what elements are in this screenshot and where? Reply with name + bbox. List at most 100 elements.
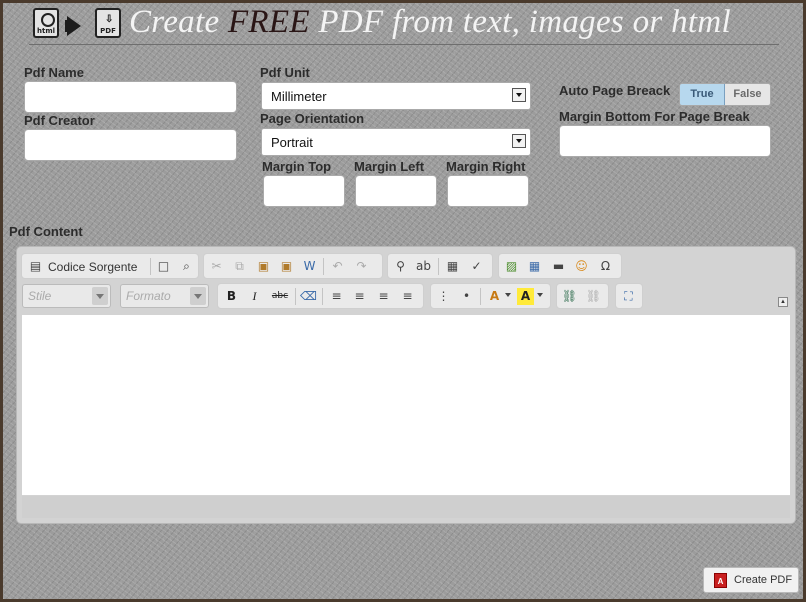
- title-suffix: PDF from text, images or html: [309, 4, 731, 40]
- align-center-icon[interactable]: ≡: [351, 288, 368, 305]
- toolbar-clipboard-group: ✂ ⧉ ▣ ▣ W ↶ ↷: [203, 253, 383, 279]
- align-justify-icon[interactable]: ≡: [399, 288, 416, 305]
- toolbar-separator: [295, 288, 296, 305]
- undo-icon[interactable]: ↶: [329, 258, 346, 275]
- pdf-unit-select[interactable]: Millimeter: [261, 82, 531, 110]
- paste-text-icon[interactable]: ▣: [278, 258, 295, 275]
- margin-left-label: Margin Left: [354, 159, 425, 174]
- toolbar-link-group: ⛓ ⛓: [556, 283, 609, 309]
- pdf-name-input[interactable]: [24, 81, 237, 113]
- strike-button[interactable]: abc: [269, 288, 291, 305]
- chevron-down-icon[interactable]: [505, 293, 511, 297]
- toolbar-document-group: ▤ Codice Sorgente □ ⌕: [21, 253, 199, 279]
- page-orientation-label: Page Orientation: [260, 111, 365, 126]
- background-color-icon[interactable]: A: [517, 288, 534, 305]
- format-combo[interactable]: Formato: [120, 284, 209, 308]
- page-orientation-select[interactable]: Portrait: [261, 128, 531, 156]
- rich-text-editor: ▤ Codice Sorgente □ ⌕ ✂ ⧉ ▣ ▣ W ↶ ↷ ⚲ ab…: [16, 246, 796, 524]
- html-icon-label: html: [36, 27, 56, 35]
- toolbar-list-group: ⋮ • A A: [430, 283, 551, 309]
- source-icon: ▤: [29, 259, 42, 273]
- style-placeholder: Stile: [28, 289, 52, 303]
- margin-right-input[interactable]: [447, 175, 529, 207]
- cut-icon[interactable]: ✂: [208, 258, 225, 275]
- chevron-down-icon[interactable]: [537, 293, 543, 297]
- margin-bottom-input[interactable]: [559, 125, 771, 157]
- pdf-content-label: Pdf Content: [9, 224, 83, 239]
- page-title: Create FREE PDF from text, images or htm…: [129, 4, 731, 41]
- align-right-icon[interactable]: ≡: [375, 288, 392, 305]
- arrow-right-icon: [67, 16, 81, 36]
- pdf-unit-label: Pdf Unit: [260, 65, 310, 80]
- margin-top-input[interactable]: [263, 175, 345, 207]
- margin-bottom-label: Margin Bottom For Page Break: [559, 109, 750, 124]
- unlink-icon[interactable]: ⛓: [585, 288, 602, 305]
- toolbar-separator: [323, 258, 324, 275]
- page-orientation-value: Portrait: [271, 135, 313, 150]
- auto-page-break-toggle[interactable]: True False: [679, 83, 771, 106]
- redo-icon[interactable]: ↷: [353, 258, 370, 275]
- editor-status-bar: [22, 496, 790, 518]
- pdf-icon-label: PDF: [100, 27, 116, 35]
- margin-left-input[interactable]: [355, 175, 437, 207]
- pdf-file-icon: A: [714, 573, 727, 588]
- globe-icon: [41, 13, 55, 27]
- create-pdf-button[interactable]: A Create PDF: [703, 567, 799, 593]
- auto-page-break-label: Auto Page Breack: [559, 83, 671, 98]
- pdf-icon-glyph: ⇩: [105, 14, 114, 25]
- numbered-list-icon[interactable]: ⋮: [435, 288, 452, 305]
- toolbar-separator: [438, 258, 439, 275]
- chevron-down-icon[interactable]: [190, 287, 206, 305]
- editor-content-area[interactable]: [22, 315, 790, 495]
- remove-format-icon[interactable]: ⌫: [300, 288, 317, 305]
- table-icon[interactable]: ▦: [526, 258, 543, 275]
- toolbar-find-group: ⚲ ab ▦ ✓: [387, 253, 493, 279]
- maximize-icon[interactable]: ⛶: [620, 288, 637, 305]
- find-icon[interactable]: ⚲: [392, 258, 409, 275]
- auto-page-break-false-option[interactable]: False: [725, 84, 770, 105]
- chevron-down-icon[interactable]: [512, 88, 526, 102]
- select-all-icon[interactable]: ▦: [444, 258, 461, 275]
- horizontal-rule-icon[interactable]: ▬: [550, 258, 567, 275]
- chevron-down-icon[interactable]: [92, 287, 108, 305]
- pdf-creator-input[interactable]: [24, 129, 237, 161]
- replace-icon[interactable]: ab: [415, 258, 432, 275]
- align-left-icon[interactable]: ≡: [328, 288, 345, 305]
- link-icon[interactable]: ⛓: [561, 288, 578, 305]
- smiley-icon[interactable]: ☺: [573, 258, 590, 275]
- toolbar-separator: [150, 258, 151, 275]
- toolbar-separator: [480, 288, 481, 305]
- text-color-icon[interactable]: A: [486, 288, 503, 305]
- margin-right-label: Margin Right: [446, 159, 526, 174]
- spellcheck-icon[interactable]: ✓: [468, 258, 485, 275]
- bulleted-list-icon[interactable]: •: [458, 288, 475, 305]
- source-button[interactable]: Codice Sorgente: [48, 260, 137, 274]
- format-placeholder: Formato: [126, 289, 171, 303]
- title-prefix: Create: [129, 4, 228, 40]
- pdf-name-label: Pdf Name: [24, 65, 84, 80]
- special-char-icon[interactable]: Ω: [597, 258, 614, 275]
- preview-icon[interactable]: ⌕: [178, 258, 195, 275]
- pdf-document-icon: ⇩ PDF: [95, 8, 121, 38]
- new-page-icon[interactable]: □: [155, 258, 172, 275]
- toolbar-format-group: B I abc ⌫ ≡ ≡ ≡ ≡: [217, 283, 424, 309]
- chevron-down-icon[interactable]: [512, 134, 526, 148]
- bold-button[interactable]: B: [223, 288, 240, 305]
- copy-icon[interactable]: ⧉: [231, 258, 248, 275]
- auto-page-break-true-option[interactable]: True: [680, 84, 725, 105]
- html-document-icon: html: [33, 8, 59, 38]
- toolbar-separator: [322, 288, 323, 305]
- image-icon[interactable]: ▨: [503, 258, 520, 275]
- collapse-toolbar-icon[interactable]: ▲: [778, 297, 788, 307]
- page-header: html ⇩ PDF Create FREE PDF from text, im…: [29, 4, 779, 45]
- margin-top-label: Margin Top: [262, 159, 332, 174]
- toolbar-insert-group: ▨ ▦ ▬ ☺ Ω: [498, 253, 622, 279]
- create-pdf-label: Create PDF: [734, 574, 793, 586]
- pdf-creator-label: Pdf Creator: [24, 113, 95, 128]
- style-combo[interactable]: Stile: [22, 284, 111, 308]
- paste-icon[interactable]: ▣: [255, 258, 272, 275]
- app-window: html ⇩ PDF Create FREE PDF from text, im…: [0, 0, 806, 602]
- italic-button[interactable]: I: [246, 288, 263, 305]
- paste-word-icon[interactable]: W: [301, 258, 318, 275]
- pdf-unit-value: Millimeter: [271, 89, 327, 104]
